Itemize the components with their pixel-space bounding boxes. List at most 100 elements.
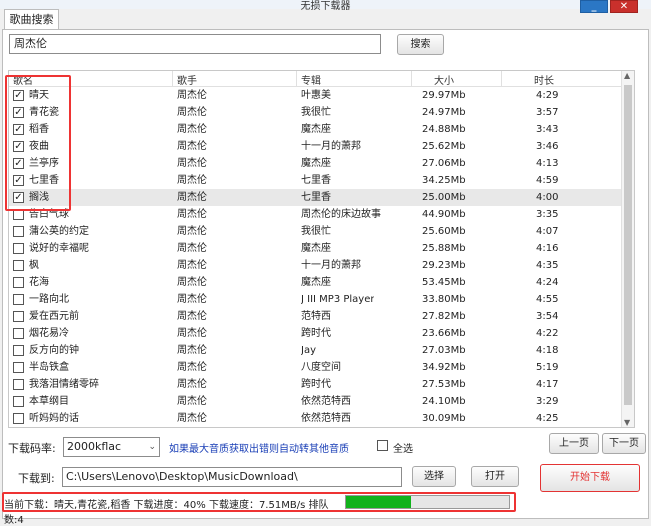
duration: 4:18 [536,345,559,356]
window-title: 无损下载器 [300,1,351,12]
choose-folder-button[interactable]: 选择 [412,466,456,487]
column-header-size[interactable]: 大小 [434,72,454,87]
album-name: 依然范特西 [301,413,351,424]
close-button[interactable]: ✕ [610,0,638,13]
file-size: 29.97Mb [422,90,466,101]
album-name: 七里香 [301,175,331,186]
table-row[interactable]: 反方向的钟 周杰伦 Jay 27.03Mb 4:18 [9,342,634,359]
column-divider [172,71,173,86]
duration: 4:07 [536,226,559,237]
row-checkbox[interactable] [13,345,24,356]
select-all-label: 全选 [393,444,413,455]
song-name: 爱在西元前 [29,311,79,322]
row-checkbox[interactable] [13,396,24,407]
song-name: 枫 [29,260,39,271]
prev-page-button[interactable]: 上一页 [549,433,599,454]
column-header-duration[interactable]: 时长 [534,72,554,87]
artist-name: 周杰伦 [177,311,207,322]
table-row[interactable]: 半岛铁盒 周杰伦 八度空间 34.92Mb 5:19 [9,359,634,376]
row-checkbox[interactable] [13,311,24,322]
row-checkbox[interactable] [13,362,24,373]
song-name: 听妈妈的话 [29,413,79,424]
row-checkbox[interactable] [13,243,24,254]
duration: 3:43 [536,124,559,135]
column-header-artist[interactable]: 歌手 [177,72,197,87]
artist-name: 周杰伦 [177,413,207,424]
table-row[interactable]: ✓ 搁浅 周杰伦 七里香 25.00Mb 4:00 [9,189,634,206]
artist-name: 周杰伦 [177,226,207,237]
duration: 4:25 [536,413,559,424]
tab-song-search[interactable]: 歌曲搜索 [4,9,59,30]
bitrate-label: 下载码率: [8,442,56,455]
table-row[interactable]: ✓ 夜曲 周杰伦 十一月的萧邦 25.62Mb 3:46 [9,138,634,155]
row-checkbox[interactable] [13,413,24,424]
table-row[interactable]: ✓ 兰亭序 周杰伦 魔杰座 27.06Mb 4:13 [9,155,634,172]
duration: 4:55 [536,294,559,305]
search-button[interactable]: 搜索 [397,34,444,55]
duration: 3:35 [536,209,559,220]
table-row[interactable]: 烟花易冷 周杰伦 跨时代 23.66Mb 4:22 [9,325,634,342]
start-download-button[interactable]: 开始下载 [540,464,640,492]
table-row[interactable]: 爱在西元前 周杰伦 范特西 27.82Mb 3:54 [9,308,634,325]
file-size: 44.90Mb [422,209,466,220]
row-checkbox[interactable] [13,226,24,237]
title-bar: 无损下载器 _ ✕ [0,0,651,13]
row-checkbox[interactable] [13,294,24,305]
column-header-album[interactable]: 专辑 [301,72,321,87]
table-row[interactable]: 我落泪情绪零碎 周杰伦 跨时代 27.53Mb 4:17 [9,376,634,393]
duration: 3:29 [536,396,559,407]
open-folder-button[interactable]: 打开 [471,466,519,487]
duration: 4:13 [536,158,559,169]
file-size: 34.92Mb [422,362,466,373]
song-name: 说好的幸福呢 [29,243,89,254]
scroll-thumb[interactable] [624,85,632,405]
duration: 4:29 [536,90,559,101]
album-name: 魔杰座 [301,158,331,169]
row-checkbox[interactable] [13,260,24,271]
song-name: 我落泪情绪零碎 [29,379,99,390]
duration: 4:24 [536,277,559,288]
album-name: 我很忙 [301,107,331,118]
artist-name: 周杰伦 [177,192,207,203]
artist-name: 周杰伦 [177,124,207,135]
select-all-checkbox[interactable] [377,440,388,451]
table-row[interactable]: 枫 周杰伦 十一月的萧邦 29.23Mb 4:35 [9,257,634,274]
album-name: 跨时代 [301,328,331,339]
table-row[interactable]: 蒲公英的约定 周杰伦 我很忙 25.60Mb 4:07 [9,223,634,240]
row-checkbox[interactable] [13,277,24,288]
scroll-down-icon[interactable]: ▼ [624,418,630,427]
search-input[interactable]: 周杰伦 [9,34,381,54]
song-name: 一路向北 [29,294,69,305]
table-row[interactable]: 告白气球 周杰伦 周杰伦的床边故事 44.90Mb 3:35 [9,206,634,223]
row-checkbox[interactable] [13,328,24,339]
table-row[interactable]: ✓ 晴天 周杰伦 叶惠美 29.97Mb 4:29 [9,87,634,104]
table-row[interactable]: ✓ 稻香 周杰伦 魔杰座 24.88Mb 3:43 [9,121,634,138]
duration: 4:17 [536,379,559,390]
download-progress-bar [345,495,510,509]
artist-name: 周杰伦 [177,277,207,288]
song-table: 歌名 歌手 专辑 大小 时长 ✓ 晴天 周杰伦 叶惠美 29.97Mb 4:29 ✓ 青花瓷周… [8,70,635,428]
table-row[interactable]: 本草纲目 周杰伦 依然范特西 24.10Mb 3:29 [9,393,634,410]
quality-notice-link[interactable]: 如果最大音质获取出错则自动转其他音质 [169,440,349,455]
progress-fill [346,496,412,508]
file-size: 27.53Mb [422,379,466,390]
scroll-up-icon[interactable]: ▲ [624,71,630,80]
song-name: 烟花易冷 [29,328,69,339]
row-checkbox[interactable] [13,379,24,390]
file-size: 30.09Mb [422,413,466,424]
table-row[interactable]: 一路向北 周杰伦 J III MP3 Player 33.80Mb 4:55 [9,291,634,308]
minimize-button[interactable]: _ [580,0,608,13]
next-page-button[interactable]: 下一页 [602,433,646,454]
artist-name: 周杰伦 [177,396,207,407]
table-row[interactable]: 听妈妈的话 周杰伦 依然范特西 30.09Mb 4:25 [9,410,634,427]
table-row[interactable]: 说好的幸福呢 周杰伦 魔杰座 25.88Mb 4:16 [9,240,634,257]
album-name: 周杰伦的床边故事 [301,209,381,220]
table-row[interactable]: ✓ 青花瓷 周杰伦 我很忙 24.97Mb 3:57 [9,104,634,121]
table-row[interactable]: ✓ 七里香 周杰伦 七里香 34.25Mb 4:59 [9,172,634,189]
vertical-scrollbar[interactable]: ▲ ▼ [621,71,634,427]
table-row[interactable]: 花海 周杰伦 魔杰座 53.45Mb 4:24 [9,274,634,291]
file-size: 25.00Mb [422,192,466,203]
bitrate-select[interactable]: 2000kflac ⌄ [63,437,160,457]
file-size: 24.10Mb [422,396,466,407]
download-path-input[interactable]: C:\Users\Lenovo\Desktop\MusicDownload\ [62,467,402,487]
